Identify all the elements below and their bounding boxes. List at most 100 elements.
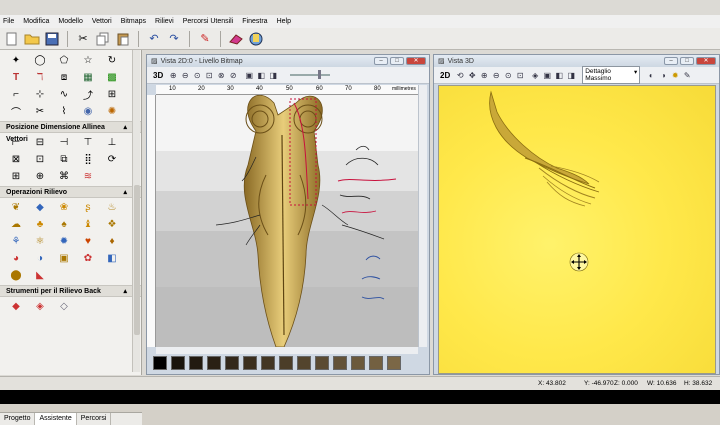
view-3d-canvas[interactable]: [438, 85, 716, 374]
shell-icon[interactable]: ⬤: [6, 268, 26, 283]
zoom-fit-icon[interactable]: ⊙: [503, 70, 513, 80]
color-swatch[interactable]: [243, 356, 257, 370]
color-toggle-icon[interactable]: ◨: [268, 70, 278, 80]
color-swatch[interactable]: [369, 356, 383, 370]
tab-progetto[interactable]: Progetto: [0, 413, 36, 425]
paste-icon[interactable]: [115, 31, 131, 47]
backface-copy-icon[interactable]: ◇: [54, 299, 74, 314]
pan-icon[interactable]: ✥: [467, 70, 477, 80]
zoom-box-icon[interactable]: ⊡: [515, 70, 525, 80]
cut-icon[interactable]: ✂: [75, 31, 91, 47]
copy-icon[interactable]: [95, 31, 111, 47]
iso-view-icon[interactable]: ◈: [530, 70, 540, 80]
menu-vettori[interactable]: Vettori: [92, 18, 112, 25]
toggle-3d-button[interactable]: 3D: [153, 71, 163, 80]
array-icon[interactable]: ⣿: [78, 152, 98, 167]
maximize-button[interactable]: □: [680, 57, 694, 65]
view-3d-titlebar[interactable]: ▨ Vista 3D – □ ✕: [434, 55, 719, 67]
light-icon[interactable]: ✹: [670, 70, 680, 80]
wizard-icon[interactable]: ✺: [102, 104, 122, 119]
bitmap-trace-icon[interactable]: ▦: [78, 70, 98, 85]
collapse-icon[interactable]: ▴: [123, 187, 127, 197]
collapse-icon[interactable]: ▴: [123, 286, 127, 296]
node-edit-icon[interactable]: ✦: [6, 53, 26, 68]
zoom-out-icon[interactable]: ⊖: [180, 70, 190, 80]
slider-knob[interactable]: [318, 70, 322, 79]
close-button[interactable]: ✕: [406, 57, 426, 65]
color-swatch[interactable]: [225, 356, 239, 370]
pan-icon[interactable]: ⊘: [228, 70, 238, 80]
scissors-icon[interactable]: ✂: [30, 104, 50, 119]
dome-icon[interactable]: ◑: [30, 251, 50, 266]
slice-icon[interactable]: ♥: [78, 234, 98, 249]
color-swatch[interactable]: [333, 356, 347, 370]
weld-icon[interactable]: ⊞: [102, 87, 122, 102]
align-vcenter-icon[interactable]: ⊥: [102, 135, 122, 150]
mirror-icon[interactable]: ⊡: [30, 152, 50, 167]
relief-tool-icon[interactable]: [248, 31, 264, 47]
color-swatch[interactable]: [189, 356, 203, 370]
fillet-relief-icon[interactable]: ✿: [78, 251, 98, 266]
ellipse-icon[interactable]: ◯: [30, 53, 50, 68]
align-right-icon[interactable]: ⊣: [54, 135, 74, 150]
view-2d-canvas[interactable]: [156, 95, 418, 347]
view-2d-hscroll[interactable]: [156, 347, 418, 354]
view-2d-vscroll[interactable]: [418, 85, 427, 347]
star-icon[interactable]: ☆: [78, 53, 98, 68]
menu-help[interactable]: Help: [277, 18, 291, 25]
vector-texture-icon[interactable]: ✹: [54, 234, 74, 249]
zoom-box-icon[interactable]: ⊡: [204, 70, 214, 80]
sculpt-icon[interactable]: ♣: [30, 217, 50, 232]
color-swatch[interactable]: [207, 356, 221, 370]
shade-icon[interactable]: ◑: [658, 70, 668, 80]
merge-icon[interactable]: ⚛: [30, 234, 50, 249]
undo-icon[interactable]: ↶: [146, 31, 162, 47]
polygon-icon[interactable]: ⬠: [54, 53, 74, 68]
close-vector-icon[interactable]: ⊹: [30, 87, 50, 102]
tab-assistente[interactable]: Assistente: [35, 413, 77, 425]
color-swatch[interactable]: [315, 356, 329, 370]
zoom-out-icon[interactable]: ⊖: [491, 70, 501, 80]
section-position[interactable]: Posizione Dimensione Allinea Vettori ▴: [0, 121, 141, 143]
section-relief-tools[interactable]: Strumenti per il Rilievo Back ▴: [0, 285, 141, 297]
menu-modello[interactable]: Modello: [58, 18, 83, 25]
offset-icon[interactable]: ⧈: [54, 70, 74, 85]
draw-tool-icon[interactable]: ✎: [197, 31, 213, 47]
block-copy-icon[interactable]: ⊞: [6, 169, 26, 184]
rotate-icon[interactable]: ⟳: [102, 152, 122, 167]
text-arc-icon[interactable]: ℸ: [30, 70, 50, 85]
weave-icon[interactable]: ▣: [54, 251, 74, 266]
reset-relief-icon[interactable]: ◧: [102, 251, 122, 266]
join-icon[interactable]: ⌐: [6, 87, 26, 102]
left-view-icon[interactable]: ◨: [566, 70, 576, 80]
rotate-view-icon[interactable]: ⟲: [455, 70, 465, 80]
close-button[interactable]: ✕: [696, 57, 716, 65]
two-rail-icon[interactable]: ❀: [54, 200, 74, 215]
smooth-icon[interactable]: ∿: [54, 87, 74, 102]
scrollbar-thumb[interactable]: [134, 185, 140, 335]
scale-icon[interactable]: ⧉: [54, 152, 74, 167]
draw-vectors-icon[interactable]: ✎: [682, 70, 692, 80]
bitmap-toggle-icon[interactable]: ◧: [256, 70, 266, 80]
color-swatch-primary[interactable]: [153, 356, 167, 370]
arc-icon[interactable]: ↻: [102, 53, 122, 68]
curve-fit-icon[interactable]: ⤴: [78, 87, 98, 102]
blend-slider[interactable]: [290, 70, 331, 79]
front-view-icon[interactable]: ◧: [554, 70, 564, 80]
maximize-button[interactable]: □: [390, 57, 404, 65]
top-view-icon[interactable]: ▣: [542, 70, 552, 80]
trim-icon[interactable]: ⌒: [6, 104, 26, 119]
offset-relief-icon[interactable]: ♠: [54, 217, 74, 232]
minimize-button[interactable]: –: [374, 57, 388, 65]
menu-percorsi[interactable]: Percorsi Utensili: [183, 18, 234, 25]
fillet-icon[interactable]: ⌇: [54, 104, 74, 119]
align-center-icon[interactable]: ⊟: [30, 135, 50, 150]
color-swatch[interactable]: [351, 356, 365, 370]
text-icon[interactable]: T: [6, 70, 26, 85]
backface-icon[interactable]: ◆: [6, 299, 26, 314]
menu-modifica[interactable]: Modifica: [23, 18, 49, 25]
tilt-icon[interactable]: ◣: [30, 268, 50, 283]
new-file-icon[interactable]: [4, 31, 20, 47]
menu-rilievi[interactable]: Rilievi: [155, 18, 174, 25]
backface-merge-icon[interactable]: ◈: [30, 299, 50, 314]
